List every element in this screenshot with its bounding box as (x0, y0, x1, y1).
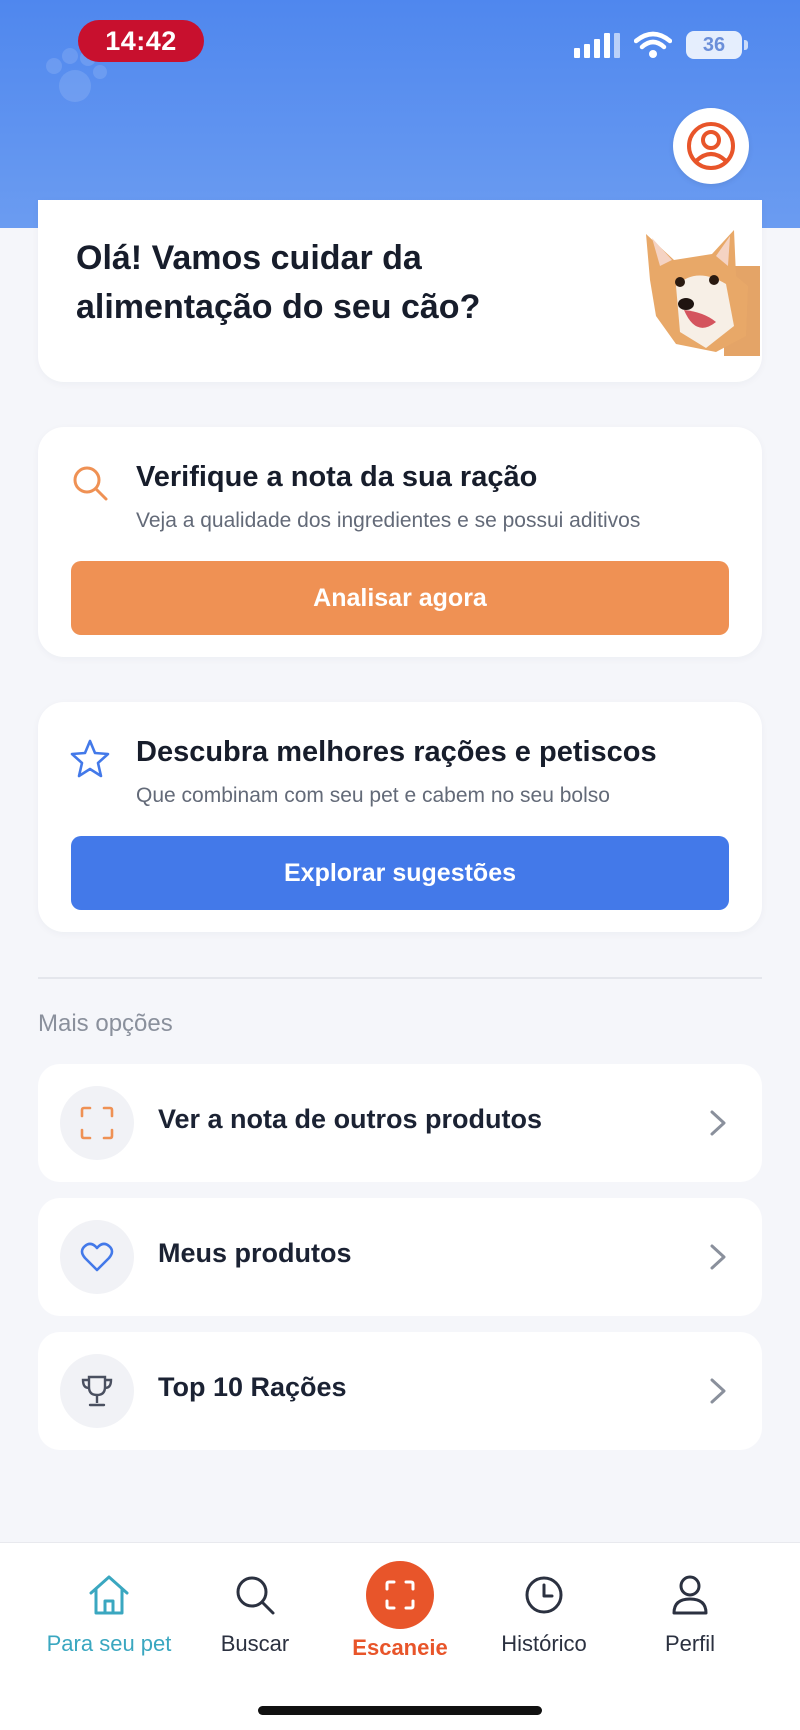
option-label: Meus produtos (158, 1238, 352, 1268)
option-my-products[interactable]: Meus produtos (38, 1198, 762, 1316)
nav-profile[interactable]: Perfil (610, 1571, 770, 1657)
scan-button[interactable] (366, 1561, 434, 1629)
search-icon (236, 1576, 275, 1615)
nav-label: Histórico (501, 1631, 587, 1656)
option-top-10[interactable]: Top 10 Rações (38, 1332, 762, 1450)
scan-frame-icon (80, 1106, 114, 1140)
section-divider (38, 977, 762, 979)
cellular-signal-icon (574, 32, 620, 58)
verify-rating-card: Verifique a nota da sua ração Veja a qua… (38, 427, 762, 657)
nav-label: Buscar (220, 1631, 290, 1656)
option-icon-wrap (60, 1354, 134, 1428)
search-icon (73, 466, 108, 501)
user-circle-icon (687, 122, 735, 170)
battery-indicator: 36 (686, 31, 748, 59)
nav-label: Escaneie (352, 1635, 448, 1660)
profile-button[interactable] (673, 108, 749, 184)
option-icon-wrap (60, 1086, 134, 1160)
nav-history[interactable]: Histórico (464, 1571, 624, 1657)
app-header: 14:42 36 (0, 0, 800, 228)
home-indicator (258, 1706, 542, 1715)
option-label: Top 10 Rações (158, 1372, 347, 1402)
nav-search[interactable]: Buscar (175, 1571, 335, 1657)
nav-for-your-pet[interactable]: Para seu pet (29, 1571, 189, 1657)
explore-suggestions-button[interactable]: Explorar sugestões (71, 836, 729, 910)
trophy-icon (81, 1375, 113, 1407)
chevron-right-icon (710, 1244, 726, 1270)
chevron-right-icon (710, 1110, 726, 1136)
nav-scan[interactable]: Escaneie (320, 1561, 480, 1661)
card-subtitle: Veja a qualidade dos ingredientes e se p… (136, 509, 641, 532)
wifi-icon (634, 31, 672, 58)
dog-illustration (646, 230, 760, 356)
nav-label: Para seu pet (46, 1631, 172, 1656)
status-time: 14:42 (78, 20, 204, 62)
bottom-nav: Para seu pet Buscar Escaneie Histórico P… (0, 1542, 800, 1730)
card-subtitle: Que combinam com seu pet e cabem no seu … (136, 784, 610, 807)
card-title: Descubra melhores rações e petiscos (136, 736, 657, 768)
chevron-right-icon (710, 1378, 726, 1404)
more-options-label: Mais opções (38, 1010, 173, 1037)
option-icon-wrap (60, 1220, 134, 1294)
greeting-card: Olá! Vamos cuidar da alimentação do seu … (38, 200, 762, 382)
analyze-now-button[interactable]: Analisar agora (71, 561, 729, 635)
scan-icon (385, 1580, 415, 1610)
greeting-title: Olá! Vamos cuidar da alimentação do seu … (76, 239, 481, 326)
heart-icon (80, 1242, 114, 1272)
nav-label: Perfil (664, 1631, 716, 1656)
option-label: Ver a nota de outros produtos (158, 1104, 543, 1134)
card-title: Verifique a nota da sua ração (136, 461, 538, 493)
option-other-products[interactable]: Ver a nota de outros produtos (38, 1064, 762, 1182)
home-icon (89, 1575, 129, 1615)
person-icon (672, 1575, 708, 1615)
status-icons: 36 (574, 28, 748, 62)
clock-icon (525, 1576, 563, 1614)
discover-card: Descubra melhores rações e petiscos Que … (38, 702, 762, 932)
star-icon (70, 739, 110, 778)
